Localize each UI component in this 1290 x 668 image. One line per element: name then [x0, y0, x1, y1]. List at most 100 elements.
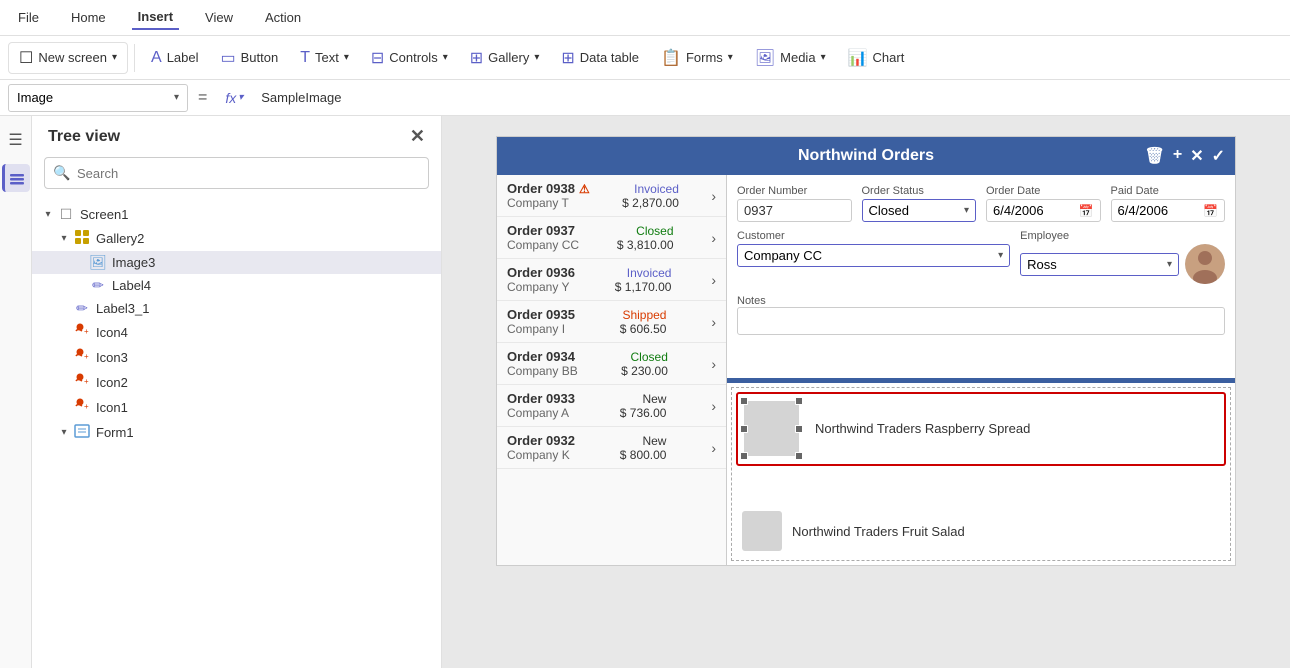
- new-screen-icon: ☐: [19, 48, 33, 68]
- nw-product-second-item[interactable]: Northwind Traders Fruit Salad: [736, 506, 1226, 556]
- equals-sign: =: [198, 89, 207, 107]
- order-list-item-0936[interactable]: Order 0936 Company Y Invoiced $ 1,170.00…: [497, 259, 726, 301]
- notes-label: Notes: [737, 295, 766, 307]
- customer-select[interactable]: Company CC ▾: [737, 244, 1010, 267]
- expand-arrow-form1: ▾: [56, 427, 72, 438]
- svg-text:+: +: [84, 352, 89, 361]
- text-button[interactable]: T Text ▾: [290, 44, 359, 72]
- chevron-down-icon: ▾: [112, 52, 117, 63]
- tree-item-form1[interactable]: ▾ Form1: [32, 420, 441, 445]
- nw-trash-icon[interactable]: 🗑: [1145, 146, 1165, 166]
- company-0937: Company CC: [507, 238, 579, 252]
- close-sidebar-button[interactable]: ✕: [410, 126, 425, 147]
- resize-handle-br[interactable]: [795, 452, 803, 460]
- tree-item-image3[interactable]: 🖼 Image3: [32, 251, 441, 274]
- image-tree-icon: 🖼: [88, 254, 108, 271]
- nw-detail-row-2: Customer Company CC ▾ Employee: [737, 230, 1225, 284]
- media-button[interactable]: 🖼 Media ▾: [745, 43, 836, 73]
- nw-field-order-status: Order Status Closed ▾: [862, 185, 977, 222]
- gallery-button[interactable]: ⊞ Gallery ▾: [460, 43, 550, 73]
- nw-body: Order 0938 ⚠ Company T Invoiced $ 2,870.…: [497, 175, 1235, 565]
- data-table-icon: ⊞: [561, 48, 574, 68]
- resize-handle-tl[interactable]: [740, 397, 748, 405]
- label-button[interactable]: A Label: [141, 44, 208, 72]
- tree-item-icon3[interactable]: + Icon3: [32, 345, 441, 370]
- status-0938: Invoiced: [622, 182, 679, 196]
- divider-1: [134, 44, 135, 72]
- order-date-value[interactable]: 6/4/2006 📅: [986, 199, 1101, 222]
- tree-label-gallery2: Gallery2: [96, 231, 144, 246]
- chart-button[interactable]: 📊 Chart: [838, 43, 915, 73]
- chevron-down-icon-text: ▾: [344, 52, 349, 63]
- label-tree-icon-4: ✏: [88, 277, 108, 294]
- order-list-item-0932[interactable]: Order 0932 Company K New $ 800.00 ›: [497, 427, 726, 469]
- toolbar: ☐ New screen ▾ A Label ▭ Button T Text ▾…: [0, 36, 1290, 80]
- tree-item-label4[interactable]: ✏ Label4: [32, 274, 441, 297]
- nw-field-paid-date: Paid Date 6/4/2006 📅: [1111, 185, 1226, 222]
- order-num-0937: Order 0937: [507, 223, 579, 238]
- nw-add-icon[interactable]: +: [1173, 146, 1182, 166]
- order-list-item-0933[interactable]: Order 0933 Company A New $ 736.00 ›: [497, 385, 726, 427]
- nw-check-icon[interactable]: ✓: [1212, 146, 1225, 166]
- tree-label-image3: Image3: [112, 255, 155, 270]
- order-list-item-0934[interactable]: Order 0934 Company BB Closed $ 230.00 ›: [497, 343, 726, 385]
- element-selector[interactable]: Image ▾: [8, 84, 188, 112]
- order-status-select[interactable]: Closed ▾: [862, 199, 977, 222]
- product-image-placeholder: [744, 401, 799, 456]
- chevron-down-icon-forms: ▾: [728, 52, 733, 63]
- hamburger-menu-icon[interactable]: ☰: [2, 126, 30, 154]
- menu-insert[interactable]: Insert: [132, 5, 179, 30]
- tree-view-title: Tree view: [48, 128, 120, 146]
- order-list-item-0937[interactable]: Order 0937 Company CC Closed $ 3,810.00 …: [497, 217, 726, 259]
- menu-file[interactable]: File: [12, 6, 45, 29]
- menu-action[interactable]: Action: [259, 6, 307, 29]
- order-list-item-0935[interactable]: Order 0935 Company I Shipped $ 606.50 ›: [497, 301, 726, 343]
- resize-handle-ml[interactable]: [740, 425, 748, 433]
- paid-date-value[interactable]: 6/4/2006 📅: [1111, 199, 1226, 222]
- tree-label-icon2: Icon2: [96, 375, 128, 390]
- tree-view: ▾ ☐ Screen1 ▾ Gallery2 🖼 Image3 ✏: [32, 199, 441, 668]
- order-status-value: Closed: [869, 203, 909, 218]
- employee-value: Ross: [1027, 257, 1057, 272]
- tree-item-gallery2[interactable]: ▾ Gallery2: [32, 226, 441, 251]
- search-icon: 🔍: [53, 165, 70, 182]
- button-button[interactable]: ▭ Button: [211, 43, 289, 73]
- tree-item-icon4[interactable]: + Icon4: [32, 320, 441, 345]
- formula-input[interactable]: SampleImage: [257, 90, 1282, 105]
- sidebar-icons-column: ☰: [0, 116, 32, 668]
- search-input[interactable]: [44, 157, 429, 189]
- layers-icon[interactable]: [2, 164, 30, 192]
- svg-text:+: +: [84, 377, 89, 386]
- arrow-0938: ›: [711, 188, 716, 204]
- order-status-label: Order Status: [862, 185, 977, 197]
- notes-input[interactable]: [737, 307, 1225, 335]
- menu-home[interactable]: Home: [65, 6, 112, 29]
- form-tree-icon-1: [72, 423, 92, 442]
- formula-fx-indicator[interactable]: fx ▾: [217, 90, 251, 106]
- new-screen-button[interactable]: ☐ New screen ▾: [8, 42, 128, 74]
- employee-select[interactable]: Ross ▾: [1020, 253, 1179, 276]
- menu-view[interactable]: View: [199, 6, 239, 29]
- arrow-0935: ›: [711, 314, 716, 330]
- nw-products-area: Northwind Traders Raspberry Spread North…: [727, 383, 1235, 566]
- resize-handle-tr[interactable]: [795, 397, 803, 405]
- company-0935: Company I: [507, 322, 575, 336]
- amount-0938: $ 2,870.00: [622, 196, 679, 210]
- status-0934: Closed: [621, 350, 668, 364]
- forms-button[interactable]: 📋 Forms ▾: [651, 43, 743, 73]
- tree-item-label3-1[interactable]: ✏ Label3_1: [32, 297, 441, 320]
- controls-button[interactable]: ⊟ Controls ▾: [361, 43, 458, 73]
- tree-item-icon2[interactable]: + Icon2: [32, 370, 441, 395]
- media-icon: 🖼: [755, 48, 775, 68]
- tree-item-screen1[interactable]: ▾ ☐ Screen1: [32, 203, 441, 226]
- amount-0937: $ 3,810.00: [617, 238, 674, 252]
- order-list-item-0938[interactable]: Order 0938 ⚠ Company T Invoiced $ 2,870.…: [497, 175, 726, 217]
- tree-item-icon1[interactable]: + Icon1: [32, 395, 441, 420]
- data-table-button[interactable]: ⊞ Data table: [551, 43, 649, 73]
- nw-product-selected-item[interactable]: Northwind Traders Raspberry Spread: [736, 392, 1226, 466]
- order-date-calendar-icon: 📅: [1079, 204, 1094, 218]
- canvas-area: Northwind Orders 🗑 + ✕ ✓ Order 0938: [442, 116, 1290, 668]
- nw-close-icon[interactable]: ✕: [1190, 146, 1203, 166]
- resize-handle-mr[interactable]: [795, 425, 803, 433]
- resize-handle-bl[interactable]: [740, 452, 748, 460]
